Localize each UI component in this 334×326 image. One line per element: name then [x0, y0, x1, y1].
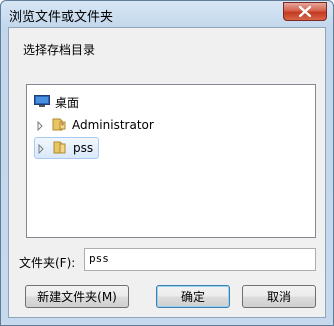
folder-name-input[interactable]: pss — [84, 248, 316, 271]
dialog-window: 浏览文件或文件夹 选择存档目录 桌面 Administrator pss 文件夹… — [0, 0, 334, 326]
expand-arrow-icon[interactable] — [35, 120, 45, 132]
tree-item-label: Administrator — [72, 118, 154, 132]
folder-tree[interactable]: 桌面 Administrator pss — [26, 84, 316, 238]
ok-button[interactable]: 确定 — [156, 285, 230, 308]
user-folder-icon — [51, 116, 67, 135]
cancel-button[interactable]: 取消 — [242, 285, 316, 308]
tree-item-label: pss — [73, 141, 94, 155]
desktop-icon — [34, 94, 50, 111]
title-bar[interactable]: 浏览文件或文件夹 — [1, 1, 333, 27]
close-button[interactable] — [283, 2, 327, 21]
tree-item-desktop[interactable]: 桌面 — [34, 91, 79, 113]
dialog-prompt: 选择存档目录 — [23, 43, 96, 57]
window-title: 浏览文件或文件夹 — [9, 10, 114, 25]
folder-field-label: 文件夹(F): — [19, 256, 76, 270]
close-icon — [299, 6, 311, 17]
tree-item-label: 桌面 — [55, 95, 80, 110]
new-folder-button[interactable]: 新建文件夹(M) — [25, 285, 129, 308]
folder-icon — [52, 139, 68, 158]
tree-item-administrator[interactable]: Administrator — [35, 114, 154, 136]
expand-arrow-icon[interactable] — [36, 143, 46, 155]
tree-item-pss[interactable]: pss — [34, 137, 100, 159]
dialog-client-area: 选择存档目录 桌面 Administrator pss 文件夹(F): pss … — [8, 27, 326, 318]
